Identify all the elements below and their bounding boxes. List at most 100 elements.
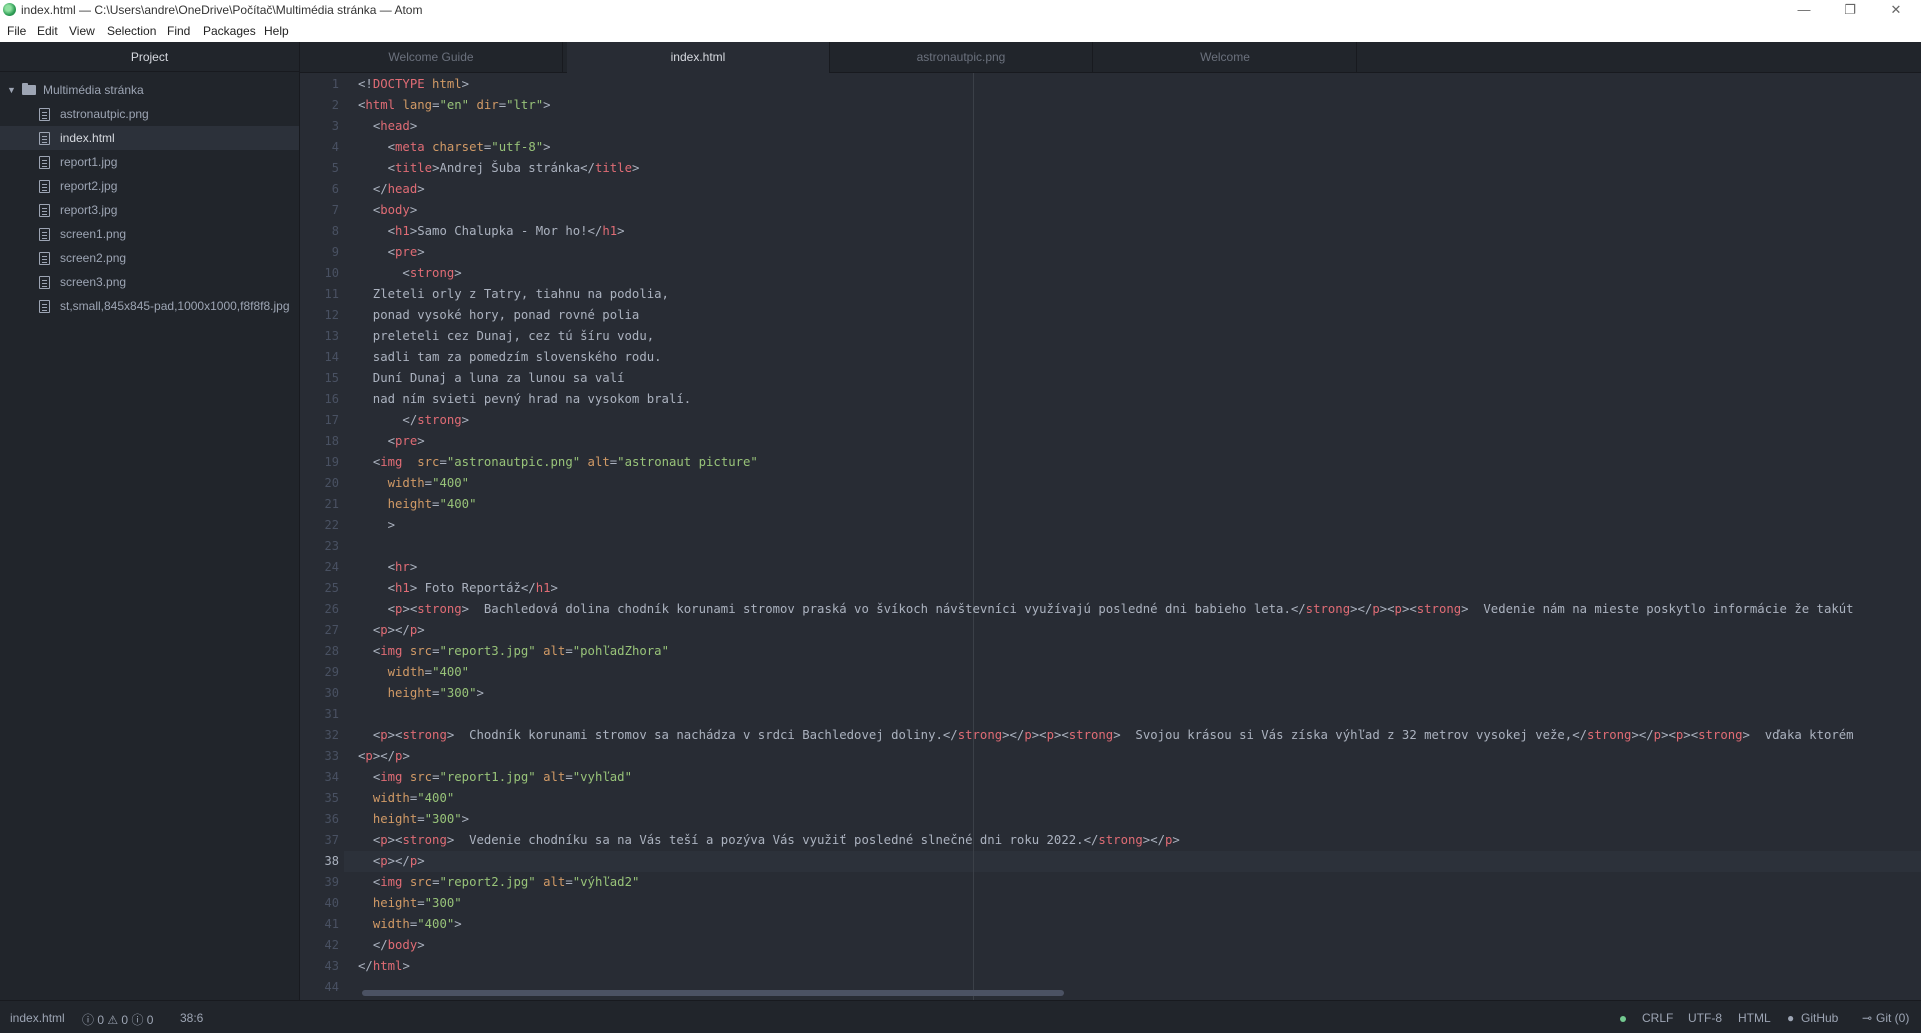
code-line[interactable]: <strong> bbox=[358, 263, 461, 284]
code-line[interactable]: </html> bbox=[358, 956, 410, 977]
tree-file-item[interactable]: report2.jpg bbox=[0, 174, 299, 198]
sidebar-header[interactable]: Project bbox=[0, 42, 299, 72]
menu-find[interactable]: Find bbox=[167, 24, 190, 38]
line-number: 3 bbox=[331, 119, 339, 133]
tree-root-folder[interactable]: ▼ Multimédia stránka bbox=[0, 78, 299, 102]
code-line[interactable]: nad ním svieti pevný hrad na vysokom bra… bbox=[358, 389, 691, 410]
code-line[interactable]: width="400" bbox=[358, 662, 469, 683]
code-line[interactable]: > bbox=[358, 515, 395, 536]
tree-file-item[interactable]: astronautpic.png bbox=[0, 102, 299, 126]
code-line[interactable]: <img src="report1.jpg" alt="vyhľad" bbox=[358, 767, 632, 788]
code-line[interactable]: height="300"> bbox=[358, 683, 484, 704]
line-number-gutter: 1 2 3 4 5 6 7 8 9 10 11 12 13 14 15 16 17 18 19 20 21 22 23 24 2… bbox=[300, 73, 344, 1000]
code-line[interactable]: <hr> bbox=[358, 557, 418, 578]
status-github[interactable]: GitHub bbox=[1801, 1011, 1838, 1025]
code-line[interactable]: Duní Dunaj a luna za lunou sa valí bbox=[358, 368, 625, 389]
code-line[interactable]: ponad vysoké hory, ponad rovné polia bbox=[358, 305, 640, 326]
tree-root-label: Multimédia stránka bbox=[43, 83, 144, 97]
code-line[interactable]: sadli tam za pomedzím slovenského rodu. bbox=[358, 347, 662, 368]
menu-packages[interactable]: Packages bbox=[203, 24, 256, 38]
minimize-button[interactable]: — bbox=[1784, 0, 1824, 20]
code-editor[interactable]: 1 2 3 4 5 6 7 8 9 10 11 12 13 14 15 16 17 18 19 20 21 22 23 24 2… bbox=[300, 73, 1921, 1000]
file-icon bbox=[39, 204, 50, 217]
code-line[interactable]: <pre> bbox=[358, 431, 425, 452]
line-number: 27 bbox=[324, 623, 339, 637]
code-line[interactable]: height="400" bbox=[358, 494, 477, 515]
horizontal-scrollbar[interactable] bbox=[362, 990, 1064, 996]
close-button[interactable]: ✕ bbox=[1876, 0, 1916, 20]
line-number: 12 bbox=[324, 308, 339, 322]
menu-edit[interactable]: Edit bbox=[37, 24, 58, 38]
status-file-name[interactable]: index.html bbox=[10, 1011, 65, 1025]
line-number: 38 bbox=[324, 854, 339, 868]
code-line[interactable]: height="300" bbox=[358, 893, 462, 914]
code-line[interactable]: <p></p> bbox=[358, 746, 410, 767]
line-number: 32 bbox=[324, 728, 339, 742]
project-sidebar: Project ▼ Multimédia stránka astronautpi… bbox=[0, 42, 300, 1000]
line-number: 22 bbox=[324, 518, 339, 532]
code-line[interactable]: <h1>Samo Chalupka - Mor ho!</h1> bbox=[358, 221, 625, 242]
code-line[interactable]: </strong> bbox=[358, 410, 469, 431]
line-number: 26 bbox=[324, 602, 339, 616]
tree-file-item[interactable]: report1.jpg bbox=[0, 150, 299, 174]
tree-file-label: astronautpic.png bbox=[60, 107, 149, 121]
code-line[interactable]: </body> bbox=[358, 935, 425, 956]
code-line[interactable]: preleteli cez Dunaj, cez tú šíru vodu, bbox=[358, 326, 654, 347]
tab-astronautpic-png[interactable]: astronautpic.png bbox=[830, 42, 1093, 73]
line-number: 43 bbox=[324, 959, 339, 973]
line-number: 9 bbox=[331, 245, 339, 259]
tree-file-item[interactable]: st,small,845x845-pad,1000x1000,f8f8f8.jp… bbox=[0, 294, 299, 318]
status-grammar[interactable]: HTML bbox=[1738, 1011, 1771, 1025]
menu-view[interactable]: View bbox=[69, 24, 95, 38]
tree-file-item[interactable]: screen1.png bbox=[0, 222, 299, 246]
line-number: 31 bbox=[324, 707, 339, 721]
code-line[interactable]: <img src="report2.jpg" alt="výhľad2" bbox=[358, 872, 640, 893]
chevron-down-icon[interactable]: ▼ bbox=[7, 78, 16, 102]
menu-selection[interactable]: Selection bbox=[107, 24, 156, 38]
code-line[interactable]: Zleteli orly z Tatry, tiahnu na podolia, bbox=[358, 284, 669, 305]
tree-file-item[interactable]: screen2.png bbox=[0, 246, 299, 270]
line-number: 5 bbox=[331, 161, 339, 175]
code-line[interactable]: <head> bbox=[358, 116, 417, 137]
tab-index-html[interactable]: index.html bbox=[567, 42, 830, 74]
file-icon bbox=[39, 156, 50, 169]
status-encoding[interactable]: UTF-8 bbox=[1688, 1011, 1722, 1025]
line-number: 36 bbox=[324, 812, 339, 826]
code-line[interactable]: <h1> Foto Reportáž</h1> bbox=[358, 578, 558, 599]
status-git[interactable]: Git (0) bbox=[1876, 1011, 1909, 1025]
status-diagnostics[interactable]: ⓘ 0 ⚠ 0 ⓘ 0 bbox=[82, 1011, 153, 1028]
github-icon: ● bbox=[1787, 1011, 1795, 1025]
maximize-button[interactable]: ❐ bbox=[1830, 0, 1870, 20]
code-line[interactable]: <p><strong> Vedenie chodníku sa na Vás t… bbox=[358, 830, 1180, 851]
code-line[interactable]: <meta charset="utf-8"> bbox=[358, 137, 551, 158]
tab-welcome[interactable]: Welcome bbox=[1094, 42, 1357, 73]
code-line[interactable]: <pre> bbox=[358, 242, 425, 263]
line-number: 19 bbox=[324, 455, 339, 469]
code-line[interactable]: <title>Andrej Šuba stránka</title> bbox=[358, 158, 640, 179]
tree-file-item[interactable]: report3.jpg bbox=[0, 198, 299, 222]
code-line[interactable]: width="400" bbox=[358, 473, 469, 494]
code-line[interactable]: <html lang="en" dir="ltr"> bbox=[358, 95, 551, 116]
menu-help[interactable]: Help bbox=[264, 24, 289, 38]
tree-file-item[interactable]: screen3.png bbox=[0, 270, 299, 294]
menu-file[interactable]: File bbox=[7, 24, 26, 38]
code-line[interactable]: height="300"> bbox=[358, 809, 469, 830]
code-line[interactable]: </head> bbox=[358, 179, 425, 200]
code-line[interactable]: <body> bbox=[358, 200, 417, 221]
tree-file-label: report3.jpg bbox=[60, 203, 118, 217]
code-line[interactable]: width="400"> bbox=[358, 914, 462, 935]
code-line[interactable]: <p></p> bbox=[358, 851, 425, 872]
status-cursor-position[interactable]: 38:6 bbox=[180, 1011, 203, 1025]
code-line[interactable]: <img src="astronautpic.png" alt="astrona… bbox=[358, 452, 758, 473]
code-line[interactable]: <p><strong> Chodník korunami stromov sa … bbox=[358, 725, 1854, 746]
code-line[interactable]: <p><strong> Bachledová dolina chodník ko… bbox=[358, 599, 1854, 620]
code-line[interactable]: width="400" bbox=[358, 788, 454, 809]
status-line-ending[interactable]: CRLF bbox=[1642, 1011, 1673, 1025]
code-line[interactable]: <p></p> bbox=[358, 620, 425, 641]
code-line[interactable]: <img src="report3.jpg" alt="pohľadZhora" bbox=[358, 641, 669, 662]
line-number: 39 bbox=[324, 875, 339, 889]
code-line[interactable]: <!DOCTYPE html> bbox=[358, 74, 469, 95]
tree-file-item[interactable]: index.html bbox=[0, 126, 299, 150]
line-number: 35 bbox=[324, 791, 339, 805]
tab-welcome-guide[interactable]: Welcome Guide bbox=[300, 42, 563, 73]
